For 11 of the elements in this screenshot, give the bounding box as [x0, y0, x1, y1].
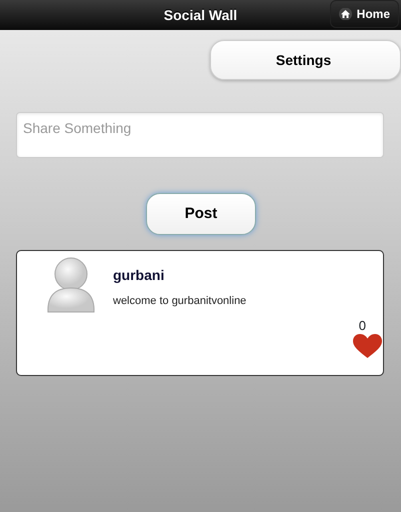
heart-icon[interactable] [353, 334, 382, 359]
settings-button[interactable]: Settings [210, 40, 401, 80]
avatar-icon [45, 256, 97, 314]
home-icon [338, 8, 352, 20]
like-count: 0 [358, 317, 366, 335]
home-button[interactable]: Home [330, 0, 399, 28]
share-field[interactable]: Share Something [16, 112, 384, 158]
post-message: welcome to gurbanitvonline [113, 294, 246, 309]
post-author: gurbani [113, 266, 166, 285]
page-title: Social Wall [164, 6, 238, 25]
post-button[interactable]: Post [146, 193, 256, 235]
